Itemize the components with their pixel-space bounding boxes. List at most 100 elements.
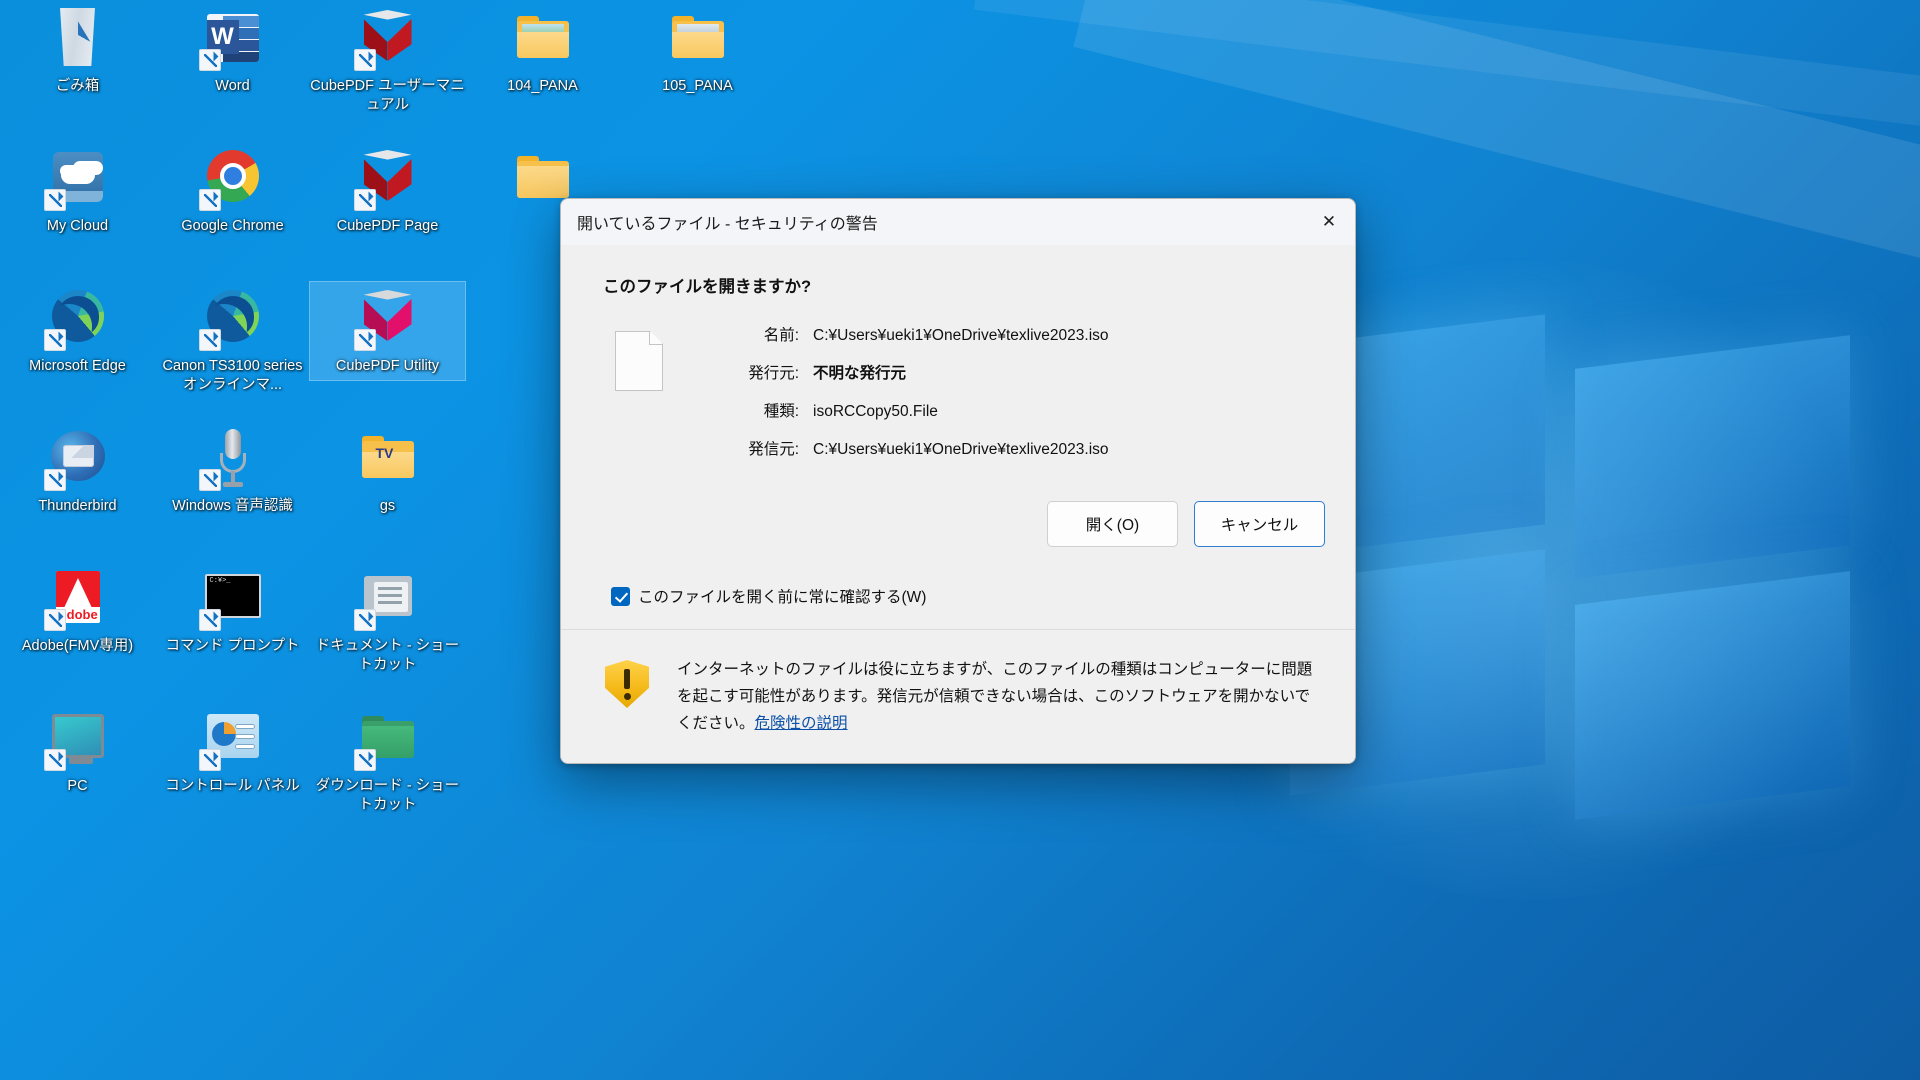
detail-value: C:¥Users¥ueki1¥OneDrive¥texlive2023.iso bbox=[813, 439, 1109, 461]
risk-explanation-link[interactable]: 危険性の説明 bbox=[755, 715, 848, 732]
desktop-icon-label: Microsoft Edge bbox=[0, 357, 155, 376]
desktop-icon-documents-shortcut[interactable]: ドキュメント - ショートカット bbox=[310, 566, 465, 675]
desktop-icon-105-pana[interactable]: 105_PANA bbox=[620, 6, 775, 96]
shortcut-badge-icon bbox=[354, 609, 376, 631]
desktop-icon-thunderbird[interactable]: Thunderbird bbox=[0, 426, 155, 516]
desktop-icon-label: CubePDF Page bbox=[310, 217, 465, 236]
shortcut-badge-icon bbox=[199, 329, 221, 351]
detail-row-publisher: 発行元: 不明な発行元 bbox=[707, 363, 1109, 385]
desktop-icon-command-prompt[interactable]: コマンド プロンプト bbox=[155, 566, 310, 656]
desktop-icon-canon-ts3100-manual[interactable]: Canon TS3100 series オンラインマ... bbox=[155, 286, 310, 395]
shortcut-badge-icon bbox=[199, 49, 221, 71]
always-ask-checkbox[interactable] bbox=[611, 587, 630, 606]
desktop-icon-label: CubePDF Utility bbox=[310, 357, 465, 376]
warning-shield-icon bbox=[605, 660, 649, 708]
desktop-icon-label: CubePDF ユーザーマニュアル bbox=[310, 77, 465, 115]
detail-row-source: 発信元: C:¥Users¥ueki1¥OneDrive¥texlive2023… bbox=[707, 439, 1109, 461]
adobe-icon: Adobe bbox=[46, 566, 110, 630]
desktop-icon-control-panel[interactable]: コントロール パネル bbox=[155, 706, 310, 796]
open-button[interactable]: 開く(O) bbox=[1047, 501, 1178, 547]
thunderbird-icon bbox=[46, 426, 110, 490]
shortcut-badge-icon bbox=[44, 329, 66, 351]
shortcut-badge-icon bbox=[199, 469, 221, 491]
folder-gs-icon: TV bbox=[356, 426, 420, 490]
dialog-titlebar[interactable]: 開いているファイル - セキュリティの警告 ✕ bbox=[561, 199, 1355, 245]
desktop-icon-windows-speech-recognition[interactable]: Windows 音声認識 bbox=[155, 426, 310, 516]
desktop-icon-cubepdf-utility[interactable]: CubePDF Utility bbox=[310, 282, 465, 380]
shortcut-badge-icon bbox=[44, 749, 66, 771]
desktop-icon-label: Canon TS3100 series オンラインマ... bbox=[155, 357, 310, 395]
edge-icon bbox=[201, 286, 265, 350]
edge-icon bbox=[46, 286, 110, 350]
desktop-icon-label: ごみ箱 bbox=[0, 77, 155, 96]
dialog-question: このファイルを開きますか? bbox=[603, 273, 1327, 297]
desktop-icon-adobe-fmv[interactable]: Adobe Adobe(FMV専用) bbox=[0, 566, 155, 656]
desktop-icon-cubepdf-manual[interactable]: CubePDF ユーザーマニュアル bbox=[310, 6, 465, 115]
folder-photo-icon bbox=[666, 6, 730, 70]
dialog-title: 開いているファイル - セキュリティの警告 bbox=[577, 210, 878, 234]
desktop-icon-label: ドキュメント - ショートカット bbox=[310, 637, 465, 675]
control-panel-icon bbox=[201, 706, 265, 770]
microphone-icon bbox=[201, 426, 265, 490]
desktop-icon-microsoft-edge[interactable]: Microsoft Edge bbox=[0, 286, 155, 376]
warning-text: インターネットのファイルは役に立ちますが、このファイルの種類はコンピューターに問… bbox=[677, 656, 1317, 737]
desktop-icon-label: Thunderbird bbox=[0, 497, 155, 516]
detail-value: 不明な発行元 bbox=[813, 363, 906, 385]
windows-logo-watermark bbox=[1290, 330, 1850, 800]
desktop-icon-label: コマンド プロンプト bbox=[155, 637, 310, 656]
wallpaper-ray bbox=[974, 0, 1920, 131]
desktop-icon-my-cloud[interactable]: My Cloud bbox=[0, 146, 155, 236]
desktop-icon-label: Word bbox=[155, 77, 310, 96]
desktop-icon-label: ダウンロード - ショートカット bbox=[310, 777, 465, 815]
desktop-icon-word[interactable]: W Word bbox=[155, 6, 310, 96]
shortcut-badge-icon bbox=[44, 469, 66, 491]
always-ask-checkbox-label: このファイルを開く前に常に確認する(W) bbox=[638, 585, 926, 607]
desktop-icon-label: 104_PANA bbox=[465, 77, 620, 96]
detail-label: 発行元: bbox=[707, 363, 799, 385]
downloads-shortcut-icon bbox=[356, 706, 420, 770]
shortcut-badge-icon bbox=[44, 609, 66, 631]
recycle-bin-icon bbox=[46, 6, 110, 70]
close-icon[interactable]: ✕ bbox=[1303, 199, 1355, 245]
command-prompt-icon bbox=[201, 566, 265, 630]
desktop-icon-label: Windows 音声認識 bbox=[155, 497, 310, 516]
shortcut-badge-icon bbox=[44, 189, 66, 211]
detail-label: 種類: bbox=[707, 401, 799, 423]
chrome-icon bbox=[201, 146, 265, 210]
desktop-icon-label: Adobe(FMV専用) bbox=[0, 637, 155, 656]
cubepdf-page-icon bbox=[356, 146, 420, 210]
desktop-icon-recycle-bin[interactable]: ごみ箱 bbox=[0, 6, 155, 96]
cancel-button[interactable]: キャンセル bbox=[1194, 501, 1325, 547]
detail-value: C:¥Users¥ueki1¥OneDrive¥texlive2023.iso bbox=[813, 325, 1109, 347]
desktop-icon-label: PC bbox=[0, 777, 155, 796]
desktop-icon-104-pana[interactable]: 104_PANA bbox=[465, 6, 620, 96]
security-warning-dialog[interactable]: 開いているファイル - セキュリティの警告 ✕ このファイルを開きますか? 名前… bbox=[560, 198, 1356, 764]
shortcut-badge-icon bbox=[354, 749, 376, 771]
desktop-icon-grid[interactable]: ごみ箱 W Word CubePDF ユーザーマニュアル 104_PANA bbox=[0, 0, 640, 1010]
desktop-icon-google-chrome[interactable]: Google Chrome bbox=[155, 146, 310, 236]
desktop-icon-gs[interactable]: TV gs bbox=[310, 426, 465, 516]
desktop-icon-label: Google Chrome bbox=[155, 217, 310, 236]
desktop-icon-downloads-shortcut[interactable]: ダウンロード - ショートカット bbox=[310, 706, 465, 815]
desktop[interactable]: ごみ箱 W Word CubePDF ユーザーマニュアル 104_PANA bbox=[0, 0, 1920, 1080]
dialog-button-row: 開く(O) キャンセル bbox=[589, 501, 1325, 551]
detail-row-name: 名前: C:¥Users¥ueki1¥OneDrive¥texlive2023.… bbox=[707, 325, 1109, 347]
my-cloud-icon bbox=[46, 146, 110, 210]
desktop-icon-pc[interactable]: PC bbox=[0, 706, 155, 796]
documents-shortcut-icon bbox=[356, 566, 420, 630]
detail-label: 発信元: bbox=[707, 439, 799, 461]
shortcut-badge-icon bbox=[199, 189, 221, 211]
detail-value: isoRCCopy50.File bbox=[813, 401, 938, 423]
cubepdf-utility-icon bbox=[356, 286, 420, 350]
word-icon: W bbox=[201, 6, 265, 70]
detail-label: 名前: bbox=[707, 325, 799, 347]
desktop-icon-label: gs bbox=[310, 497, 465, 516]
desktop-icon-label: コントロール パネル bbox=[155, 777, 310, 796]
cubepdf-manual-icon bbox=[356, 6, 420, 70]
detail-row-type: 種類: isoRCCopy50.File bbox=[707, 401, 1109, 423]
always-ask-checkbox-row[interactable]: このファイルを開く前に常に確認する(W) bbox=[611, 585, 1327, 607]
folder-photo-icon bbox=[511, 6, 575, 70]
shortcut-badge-icon bbox=[354, 49, 376, 71]
file-details: 名前: C:¥Users¥ueki1¥OneDrive¥texlive2023.… bbox=[601, 325, 1327, 477]
desktop-icon-cubepdf-page[interactable]: CubePDF Page bbox=[310, 146, 465, 236]
